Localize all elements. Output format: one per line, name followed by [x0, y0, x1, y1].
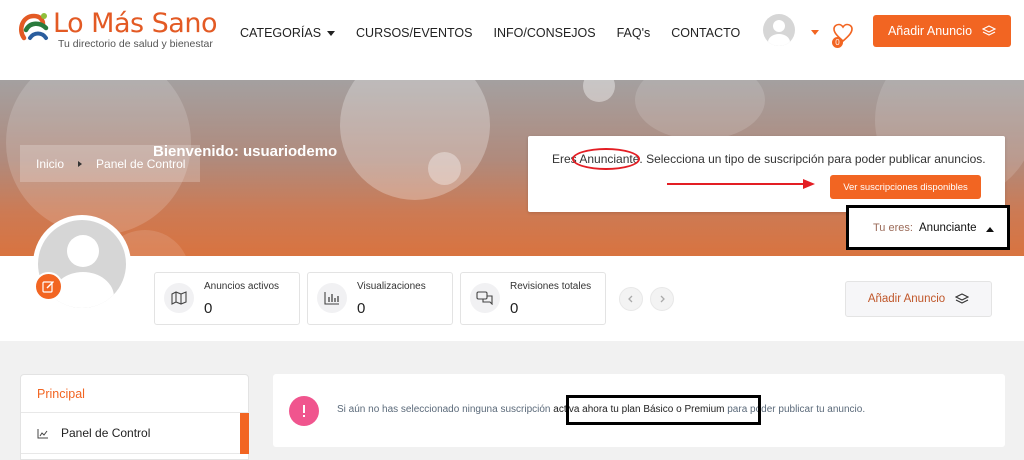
main-nav: CATEGORÍAS CURSOS/EVENTOS INFO/CONSEJOS …: [240, 26, 740, 40]
stat-label: Visualizaciones: [357, 281, 426, 292]
chevron-down-icon: [327, 31, 336, 36]
stat-value: 0: [357, 300, 366, 317]
decor-bubble: [635, 80, 765, 140]
view-subscriptions-button[interactable]: Ver suscripciones disponibles: [830, 175, 981, 199]
top-header: Lo Más Sano Tu directorio de salud y bie…: [0, 0, 1024, 80]
avatar-body: [768, 34, 790, 46]
info-prefix: Si aún no has seleccionado ninguna suscr…: [337, 404, 554, 415]
dashboard-sidebar: Principal Panel de Control: [20, 374, 249, 460]
layers-icon: [982, 25, 997, 36]
decor-bubble: [340, 80, 490, 200]
nav-item-contacto[interactable]: CONTACTO: [671, 26, 740, 40]
avatar-head: [67, 235, 99, 267]
trend-icon: [37, 429, 48, 439]
bar-chart-icon: [317, 283, 347, 313]
edit-icon: [42, 281, 54, 293]
info-icon: [289, 396, 319, 426]
nav-item-cursos-eventos[interactable]: CURSOS/EVENTOS: [356, 26, 472, 40]
nav-item-label: INFO/CONSEJOS: [493, 26, 596, 40]
stats-next-button[interactable]: [650, 287, 674, 311]
stat-value: 0: [510, 300, 519, 317]
role-select-value: Anunciante: [919, 222, 977, 234]
layers-icon: [955, 293, 970, 304]
breadcrumb-home[interactable]: Inicio: [36, 157, 64, 171]
nav-item-faqs[interactable]: FAQ's: [617, 26, 651, 40]
favorites-count-badge: 0: [832, 37, 843, 48]
nav-item-label: CONTACTO: [671, 26, 741, 40]
logo-subtitle: Tu directorio de salud y bienestar: [58, 38, 213, 50]
nav-item-info-consejos[interactable]: INFO/CONSEJOS: [494, 26, 596, 40]
user-avatar[interactable]: [763, 14, 795, 46]
stat-card-reviews: Revisiones totales 0: [460, 272, 606, 325]
stat-card-views: Visualizaciones 0: [307, 272, 453, 325]
active-indicator: [240, 413, 249, 454]
nav-item-label: FAQ's: [616, 26, 651, 40]
nav-item-label: CATEGORÍAS: [240, 26, 322, 40]
chevron-up-icon: [986, 227, 994, 232]
sidebar-section-title: Principal: [37, 387, 85, 401]
decor-bubble: [428, 152, 461, 185]
stats-prev-button[interactable]: [619, 287, 643, 311]
chevron-right-icon: [660, 295, 665, 303]
avatar-head: [773, 20, 785, 32]
arrow-right-icon: [667, 179, 815, 189]
role-select[interactable]: Tu eres: Anunciante: [846, 205, 1010, 250]
chevron-right-icon: [78, 160, 83, 167]
nav-item-label: CURSOS/EVENTOS: [356, 26, 473, 40]
nav-item-categorias[interactable]: CATEGORÍAS: [240, 26, 336, 40]
user-menu-caret-icon[interactable]: [811, 30, 819, 35]
chat-icon: [470, 283, 500, 313]
stat-card-active-listings: Anuncios activos 0: [154, 272, 300, 325]
map-icon: [164, 283, 194, 313]
edit-profile-button[interactable]: [34, 272, 63, 301]
logo-title: Lo Más Sano: [53, 8, 217, 39]
stat-label: Revisiones totales: [510, 281, 592, 292]
stat-value: 0: [204, 300, 213, 317]
sidebar-item-panel-de-control[interactable]: Panel de Control: [21, 412, 249, 454]
highlight-box: [566, 395, 761, 425]
role-select-label: Tu eres:: [873, 222, 913, 234]
chevron-left-icon: [628, 295, 633, 303]
add-listing-button[interactable]: Añadir Anuncio: [873, 15, 1011, 47]
logo-mark-icon: [19, 13, 49, 41]
sidebar-item-label: Panel de Control: [61, 426, 151, 440]
notice-suffix: . Selecciona un tipo de suscripción para…: [639, 152, 986, 166]
site-logo[interactable]: Lo Más Sano Tu directorio de salud y bie…: [16, 6, 226, 50]
add-listing-secondary-button[interactable]: Añadir Anuncio: [845, 281, 992, 317]
highlight-ellipse: [572, 148, 640, 170]
add-listing-secondary-label: Añadir Anuncio: [867, 293, 946, 305]
welcome-message: Bienvenido: usuariodemo: [153, 143, 338, 160]
stat-label: Anuncios activos: [204, 281, 280, 292]
decor-bubble: [583, 80, 615, 102]
add-listing-label: Añadir Anuncio: [887, 24, 973, 38]
